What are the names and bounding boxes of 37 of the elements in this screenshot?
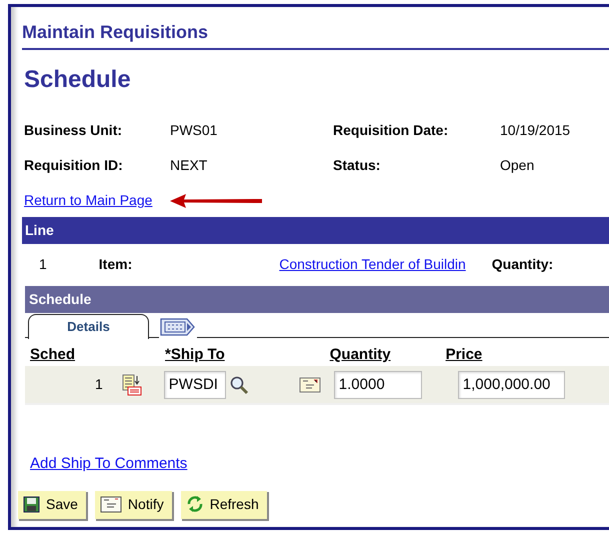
section-header-bar: Line bbox=[22, 217, 609, 244]
tab[interactable]: Details bbox=[28, 314, 149, 338]
field-value: NEXT bbox=[170, 156, 208, 175]
notify-icon bbox=[100, 496, 122, 512]
search-icon[interactable] bbox=[228, 374, 249, 394]
column-header[interactable]: Sched bbox=[30, 344, 76, 366]
save-icon bbox=[23, 496, 40, 512]
item-label: Item: bbox=[98, 254, 132, 274]
line-number: 1 bbox=[39, 254, 47, 274]
field-value: Open bbox=[500, 156, 536, 175]
ship-to-field[interactable]: PWSDI bbox=[164, 370, 226, 398]
quantity-label: Quantity: bbox=[492, 254, 554, 274]
schedule-detail-icon[interactable] bbox=[120, 374, 143, 396]
field-label: Requisition Date: bbox=[333, 121, 450, 140]
page-header: Maintain Requisitions bbox=[22, 19, 609, 50]
price-field[interactable]: 1,000,000.00 bbox=[458, 370, 565, 398]
comment-icon[interactable] bbox=[298, 376, 321, 392]
item-link[interactable]: Construction Tender of Buildin bbox=[279, 254, 466, 274]
refresh-icon bbox=[186, 495, 204, 513]
field-label: Business Unit: bbox=[24, 121, 124, 140]
field-label: Status: bbox=[333, 156, 382, 175]
save-button[interactable]: Save bbox=[17, 490, 86, 518]
notify-button[interactable]: Notify bbox=[94, 490, 172, 518]
field-label: Requisition ID: bbox=[24, 156, 124, 175]
return-link[interactable]: Return to Main Page bbox=[24, 190, 152, 211]
refresh-button[interactable]: Refresh bbox=[180, 490, 267, 518]
column-header[interactable]: *Ship To bbox=[165, 344, 225, 366]
sched-number: 1 bbox=[95, 375, 103, 394]
comments-link[interactable]: Add Ship To Comments bbox=[30, 453, 188, 476]
field-value: 10/19/2015 bbox=[500, 121, 572, 140]
column-header[interactable]: Quantity bbox=[330, 344, 391, 366]
page-title: Schedule bbox=[24, 65, 132, 95]
section-header-bar: Schedule bbox=[25, 286, 609, 313]
field-value: PWS01 bbox=[170, 121, 218, 140]
show-all-columns-tab[interactable] bbox=[159, 316, 197, 338]
quantity-field[interactable]: 1.0000 bbox=[334, 370, 422, 398]
column-header[interactable]: Price bbox=[446, 344, 482, 366]
